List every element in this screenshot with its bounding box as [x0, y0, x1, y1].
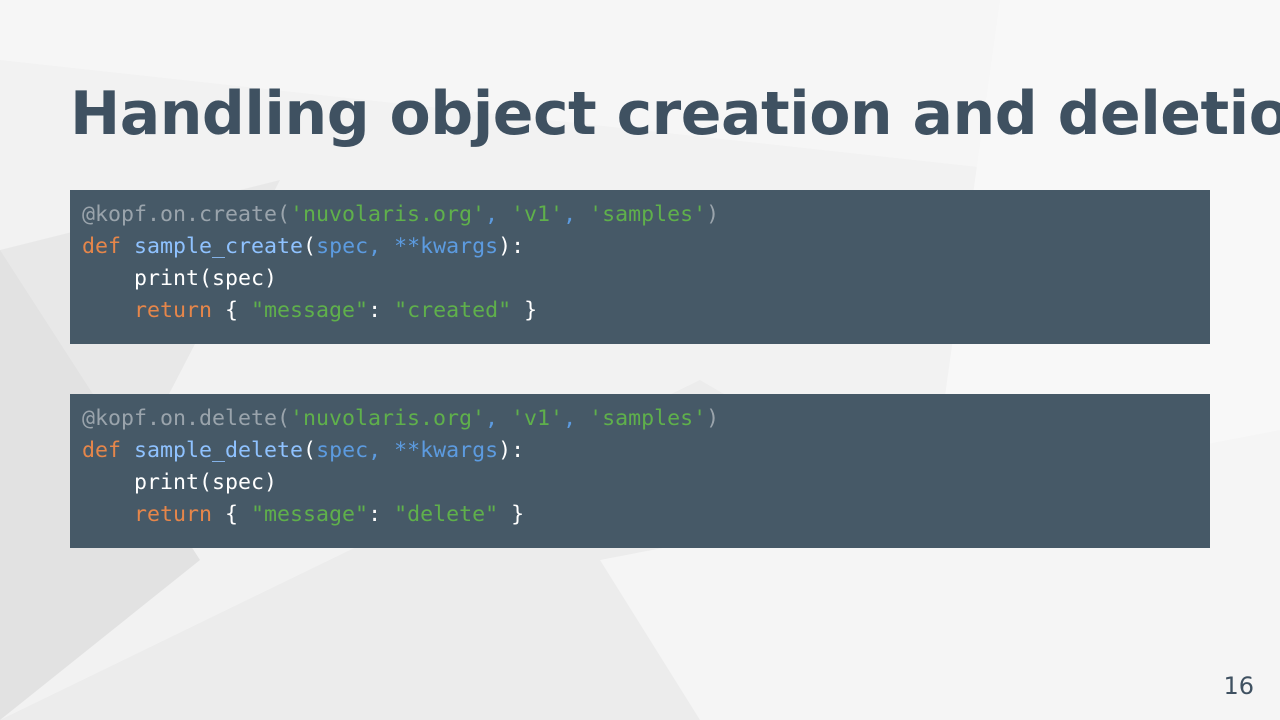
code-line-print: print(spec)	[82, 263, 1198, 295]
punctuation: ):	[498, 438, 525, 463]
slide-title: Handling object creation and deletion	[70, 79, 1280, 149]
code-block-delete: @kopf.on.delete('nuvolaris.org', 'v1', '…	[70, 394, 1210, 548]
decorator-text: @kopf.on.delete(	[82, 406, 291, 431]
keyword: return	[134, 502, 213, 527]
punctuation: ,	[485, 202, 512, 227]
code-line-decorator: @kopf.on.delete('nuvolaris.org', 'v1', '…	[82, 403, 1198, 435]
punctuation: }	[498, 502, 525, 527]
function-name: sample_delete	[134, 438, 304, 463]
code-block-create: @kopf.on.create('nuvolaris.org', 'v1', '…	[70, 190, 1210, 344]
code-line-decorator: @kopf.on.create('nuvolaris.org', 'v1', '…	[82, 199, 1198, 231]
punctuation: ):	[498, 234, 525, 259]
punctuation: :	[368, 502, 395, 527]
decorator-text: @kopf.on.create(	[82, 202, 291, 227]
keyword: return	[134, 298, 213, 323]
punctuation: :	[368, 298, 395, 323]
string-literal: 'samples'	[589, 406, 707, 431]
parameters: spec, **kwargs	[316, 234, 499, 259]
decorator-text: )	[706, 406, 720, 431]
string-literal: 'samples'	[589, 202, 707, 227]
string-literal: 'v1'	[511, 406, 564, 431]
punctuation: }	[511, 298, 538, 323]
punctuation: ,	[563, 406, 590, 431]
punctuation: {	[212, 298, 252, 323]
decorator-text: )	[706, 202, 720, 227]
parameters: spec, **kwargs	[316, 438, 499, 463]
print-call: print(spec)	[134, 266, 278, 291]
code-line-def: def sample_delete(spec, **kwargs):	[82, 435, 1198, 467]
string-literal: 'nuvolaris.org'	[290, 406, 486, 431]
string-literal: 'nuvolaris.org'	[290, 202, 486, 227]
keyword: def	[82, 438, 122, 463]
keyword: def	[82, 234, 122, 259]
punctuation: (	[303, 438, 317, 463]
string-literal: "message"	[251, 502, 369, 527]
page-number: 16	[1223, 672, 1254, 700]
function-name: sample_create	[134, 234, 304, 259]
punctuation: ,	[485, 406, 512, 431]
code-line-return: return { "message": "delete" }	[82, 499, 1198, 531]
string-literal: "created"	[394, 298, 512, 323]
string-literal: "delete"	[394, 502, 499, 527]
code-line-def: def sample_create(spec, **kwargs):	[82, 231, 1198, 263]
string-literal: 'v1'	[511, 202, 564, 227]
punctuation: ,	[563, 202, 590, 227]
punctuation: {	[212, 502, 252, 527]
string-literal: "message"	[251, 298, 369, 323]
code-line-print: print(spec)	[82, 467, 1198, 499]
slide: Handling object creation and deletion @k…	[0, 0, 1280, 720]
punctuation: (	[303, 234, 317, 259]
print-call: print(spec)	[134, 470, 278, 495]
code-line-return: return { "message": "created" }	[82, 295, 1198, 327]
